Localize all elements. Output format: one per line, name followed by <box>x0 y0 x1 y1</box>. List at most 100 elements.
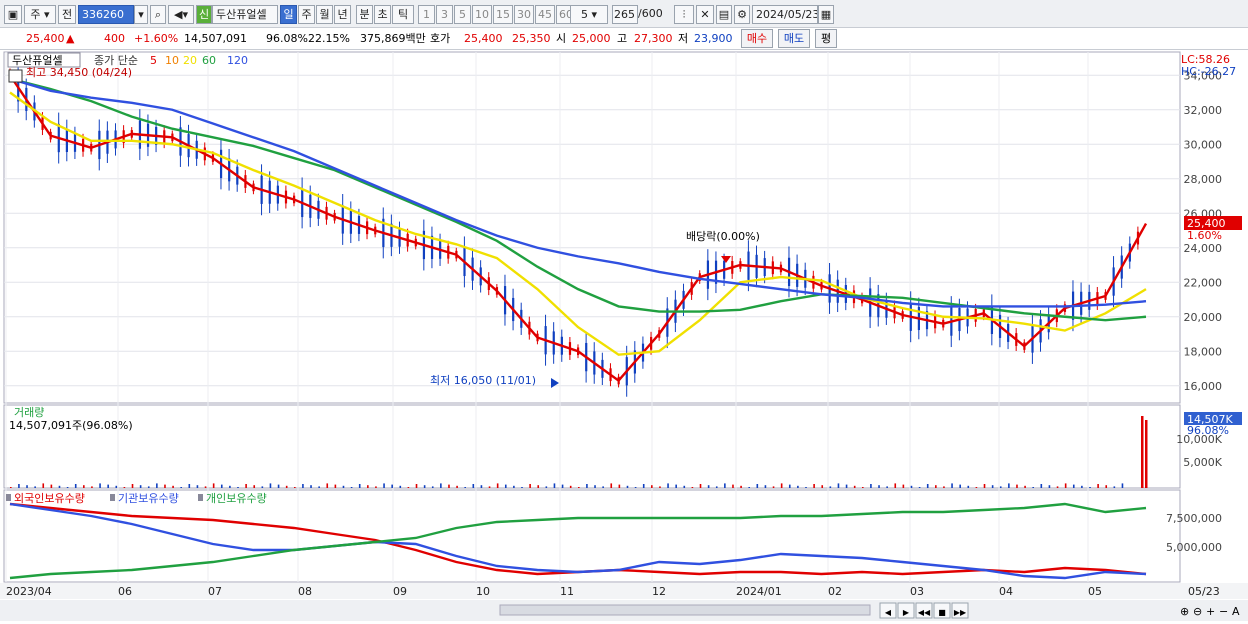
avg-button[interactable]: 평 <box>815 29 837 48</box>
volume-bar <box>472 484 475 488</box>
sell-button[interactable]: 매도 <box>778 29 810 48</box>
ask-price: 25,400 <box>464 32 503 45</box>
period-tab-tick[interactable]: 틱 <box>392 5 414 24</box>
volume-bar <box>1121 483 1124 488</box>
period-tab-second[interactable]: 초 <box>374 5 391 24</box>
volume-bar <box>513 485 515 488</box>
volume-bar <box>399 485 402 488</box>
volume-bar <box>310 485 312 488</box>
volume-bar-spike <box>1141 416 1144 488</box>
volume-bar <box>91 486 93 488</box>
volume-bar <box>983 484 986 488</box>
code-input[interactable]: 336260 <box>78 5 134 24</box>
period-tab-month[interactable]: 월 <box>316 5 333 24</box>
volume-bar <box>886 486 888 488</box>
current-price: 25,400 <box>26 32 65 45</box>
volume-bar <box>1032 487 1034 488</box>
layout-icon[interactable]: ▣ <box>4 5 22 24</box>
up-arrow-icon: ▲ <box>66 32 75 45</box>
count-10[interactable]: 10 <box>472 5 492 24</box>
count-3[interactable]: 3 <box>436 5 453 24</box>
market-select[interactable]: 주 ▾ <box>24 5 56 24</box>
turnover-rate: 22.15% <box>308 32 350 45</box>
range-input[interactable]: 265 <box>612 5 638 24</box>
chevron-down-icon[interactable]: ▾ <box>134 5 148 24</box>
volume-bar <box>1113 486 1116 488</box>
count-15[interactable]: 15 <box>493 5 513 24</box>
volume-bar <box>902 484 905 488</box>
x-tick-label: 07 <box>208 585 222 598</box>
count-45[interactable]: 45 <box>535 5 555 24</box>
chart-svg[interactable]: 34,00032,00030,00028,00026,00024,00022,0… <box>0 50 1248 621</box>
date-input[interactable]: 2024/05/23 <box>752 5 818 24</box>
volume-bar <box>34 486 36 488</box>
x-tick-label: 2023/04 <box>6 585 52 598</box>
volume-bar <box>383 483 385 488</box>
volume-bar <box>496 483 499 488</box>
scroll-control-icon: ◀ <box>885 608 892 617</box>
volume-bar <box>58 485 61 488</box>
volume-bar <box>277 484 280 488</box>
count-30[interactable]: 30 <box>514 5 534 24</box>
volume-bar <box>391 484 393 488</box>
volume-bar <box>521 487 523 488</box>
volume-bar <box>910 485 913 488</box>
volume-bar <box>131 484 134 488</box>
y-tick-label: 22,000 <box>1184 276 1223 289</box>
bid-price: 25,350 <box>512 32 551 45</box>
volume-bar <box>488 486 491 488</box>
volume-bar <box>1089 487 1091 488</box>
holdings-y-tick: 7,500,000 <box>1166 512 1222 525</box>
prev-button[interactable]: 전 <box>58 5 76 24</box>
volume-bar <box>618 484 621 488</box>
x-tick-label: 03 <box>910 585 924 598</box>
gear-icon[interactable]: ⚙ <box>734 5 750 24</box>
volume-bar <box>147 486 150 488</box>
volume-bar <box>594 485 596 488</box>
volume-bar <box>115 485 118 488</box>
volume-bar <box>967 485 970 488</box>
period-tab-day[interactable]: 일 <box>280 5 297 24</box>
volume-bar <box>553 483 556 488</box>
ma-period-10: 10 <box>165 54 179 67</box>
zoom-control-icon: ⊖ <box>1193 605 1202 618</box>
volume-bar <box>448 484 450 488</box>
stock-name-label: 두산퓨얼셀 <box>12 53 63 67</box>
scroll-control-icon: ■ <box>938 608 946 617</box>
volume-bar <box>334 484 337 488</box>
period-tab-week[interactable]: 주 <box>298 5 315 24</box>
volume-bar <box>651 485 653 488</box>
count-1[interactable]: 1 <box>418 5 435 24</box>
hoga-label: 호가 <box>430 32 451 45</box>
volume-bar <box>675 484 677 488</box>
quote-bar: 25,400 ▲ 400 +1.60% 14,507,091 96.08% 22… <box>0 28 1248 50</box>
period-tab-minute[interactable]: 분 <box>356 5 373 24</box>
calendar-icon[interactable]: ▦ <box>818 5 834 24</box>
period-tab-year[interactable]: 년 <box>334 5 351 24</box>
volume-bar <box>220 484 223 488</box>
speaker-icon[interactable]: ◀▾ <box>168 5 194 24</box>
holdings-legend-2: 개인보유수량 <box>206 492 267 505</box>
zoom-control-icon: ⊕ <box>1180 605 1189 618</box>
volume-bar <box>878 485 880 488</box>
volume-bar <box>943 486 945 488</box>
legend-swatch <box>198 494 203 501</box>
y-tick-label: 18,000 <box>1184 345 1223 358</box>
crosshair-icon[interactable]: ✕ <box>696 5 714 24</box>
count-5[interactable]: 5 <box>454 5 471 24</box>
chart-area[interactable]: 34,000 32,000 30,000 28,000 26,000 24,000 22,0… <box>0 50 1248 621</box>
scroll-thumb[interactable] <box>499 604 871 616</box>
x-axis-band <box>0 583 1248 599</box>
volume-bar <box>212 483 215 488</box>
search-icon[interactable]: ⌕ <box>150 5 166 24</box>
volume-bar <box>156 483 158 488</box>
count-select[interactable]: 5 ▾ <box>570 5 608 24</box>
buy-button[interactable]: 매수 <box>741 29 773 48</box>
volume-bar <box>164 484 166 488</box>
volume-value-label: 14,507,091주(96.08%) <box>9 419 133 432</box>
volume-bar <box>180 487 182 488</box>
candle-type-icon[interactable]: ⫶ <box>674 5 694 24</box>
volume-bar <box>715 486 718 488</box>
volume-bar <box>172 485 174 488</box>
save-icon[interactable]: ▤ <box>716 5 732 24</box>
